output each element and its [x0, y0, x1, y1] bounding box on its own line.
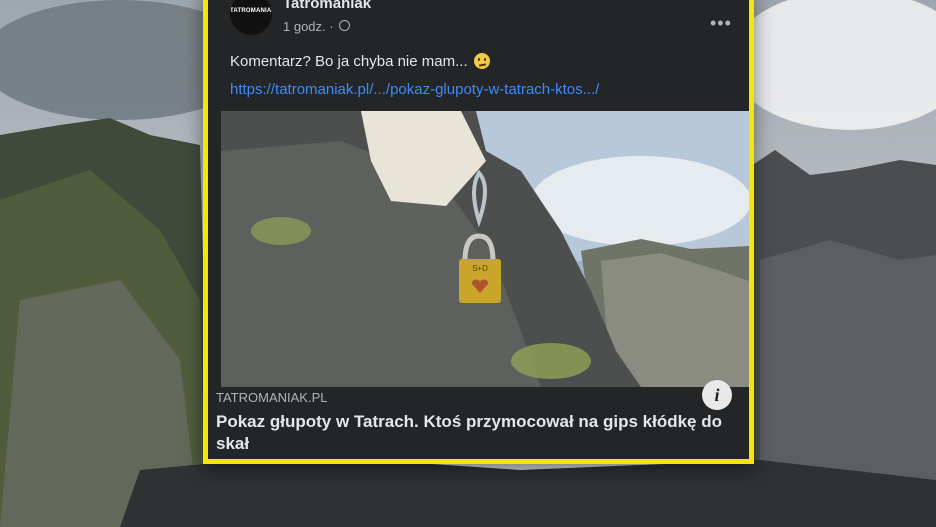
post-text-content: Komentarz? Bo ja chyba nie mam... [230, 53, 468, 70]
more-options-icon[interactable]: ••• [710, 13, 732, 34]
post-link[interactable]: https://tatromaniak.pl/.../pokaz-glupoty… [230, 81, 599, 98]
info-icon[interactable]: i [702, 380, 732, 410]
post-timestamp[interactable]: 1 godz. · [283, 19, 334, 34]
link-preview-headline[interactable]: Pokaz głupoty w Tatrach. Ktoś przymocowa… [216, 411, 736, 455]
confused-face-emoji-icon [473, 53, 490, 69]
page-avatar[interactable]: TATROMANIAK [230, 0, 272, 35]
avatar-logo-text: TATROMANIAK [230, 8, 272, 14]
facebook-post-card: TATROMANIAK Tatromaniak 1 godz. · ••• Ko… [203, 0, 754, 464]
page-name[interactable]: Tatromaniak [283, 0, 371, 12]
post-text: Komentarz? Bo ja chyba nie mam... [230, 53, 490, 70]
link-preview-domain[interactable]: TATROMANIAK.PL [216, 390, 327, 405]
globe-icon [339, 20, 350, 31]
padlock-engraving: S+D [472, 264, 488, 273]
link-preview-image[interactable]: S+D [221, 111, 749, 387]
